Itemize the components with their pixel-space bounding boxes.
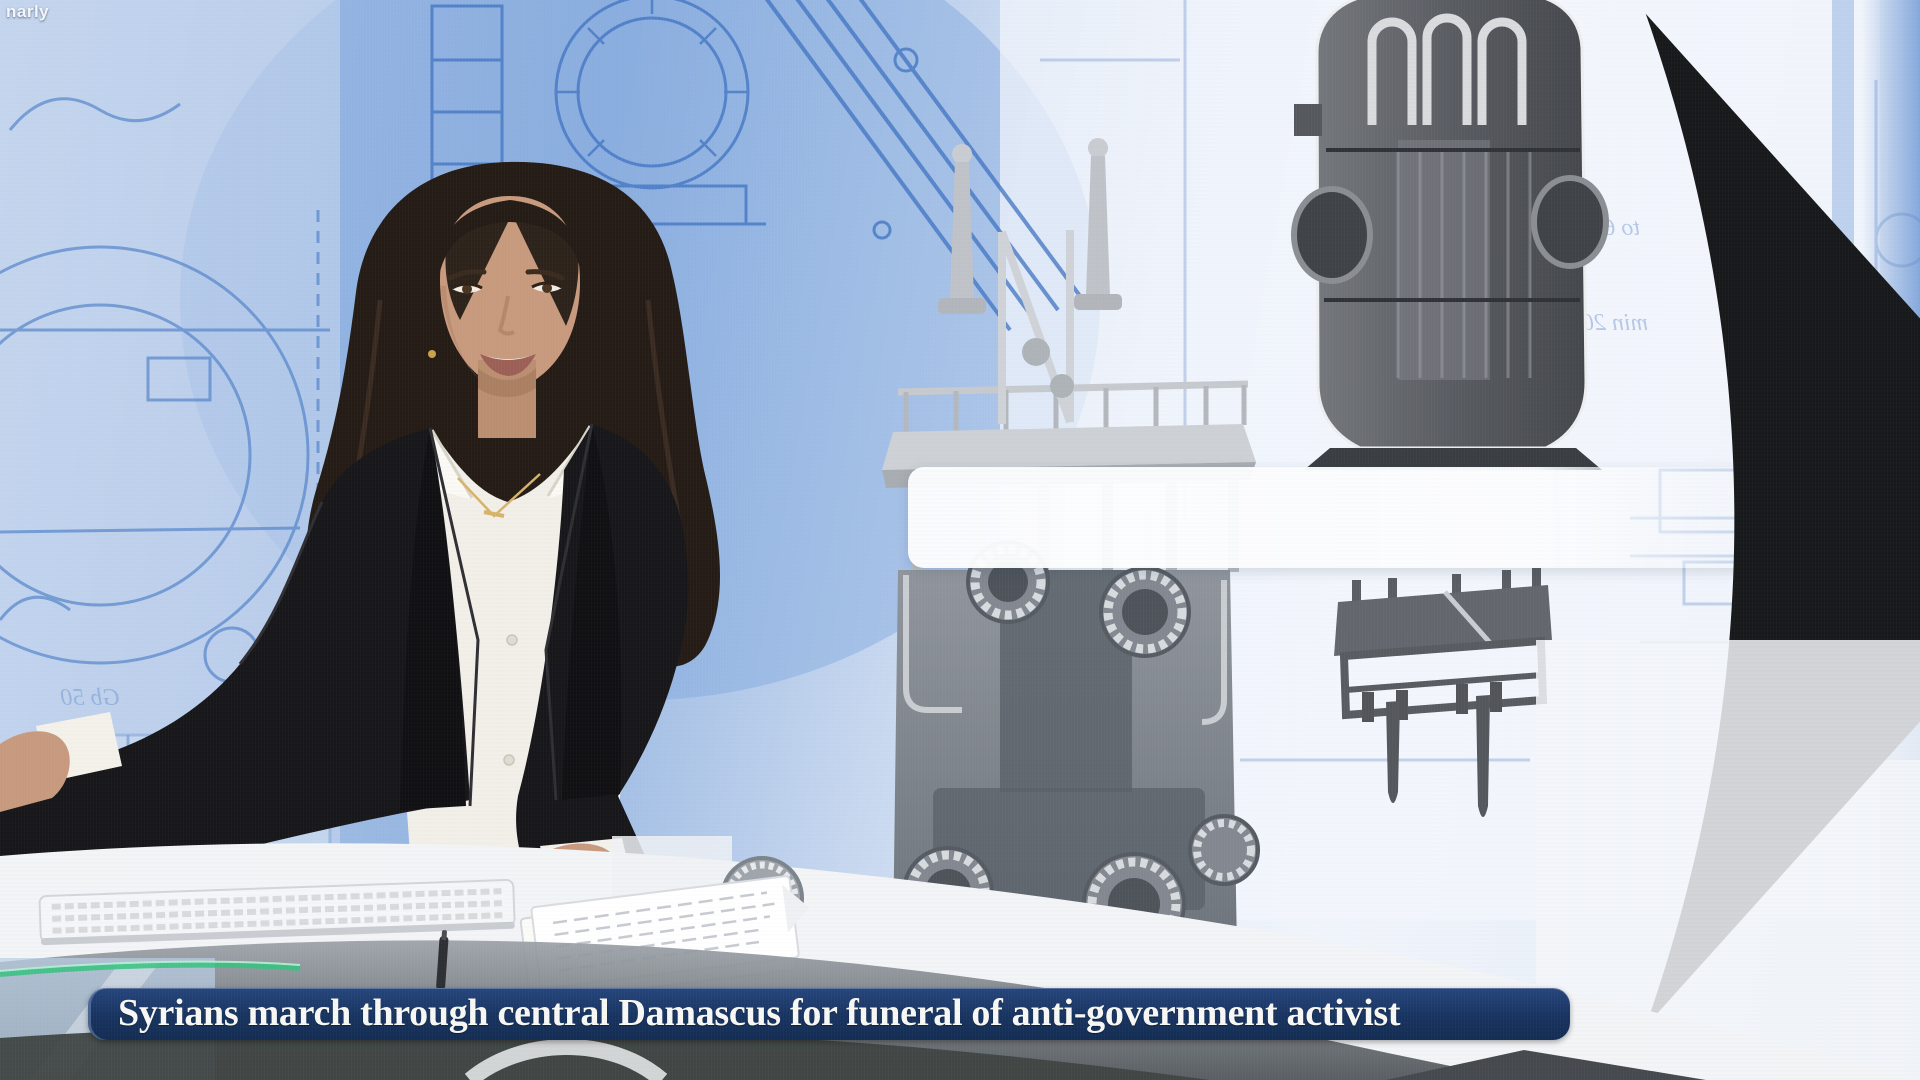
corner-watermark: narly [6,2,49,22]
ticker-text: Syrians march through central Damascus f… [88,988,1570,1039]
broadcast-frame: to 60 from 50 min 20 to 61 Gb 50 [0,0,1920,1080]
news-ticker: Syrians march through central Damascus f… [88,988,1570,1040]
news-desk [0,0,1920,1080]
channel-bug: TV [1652,898,1782,1048]
abc-logo-icon [1652,898,1920,1080]
